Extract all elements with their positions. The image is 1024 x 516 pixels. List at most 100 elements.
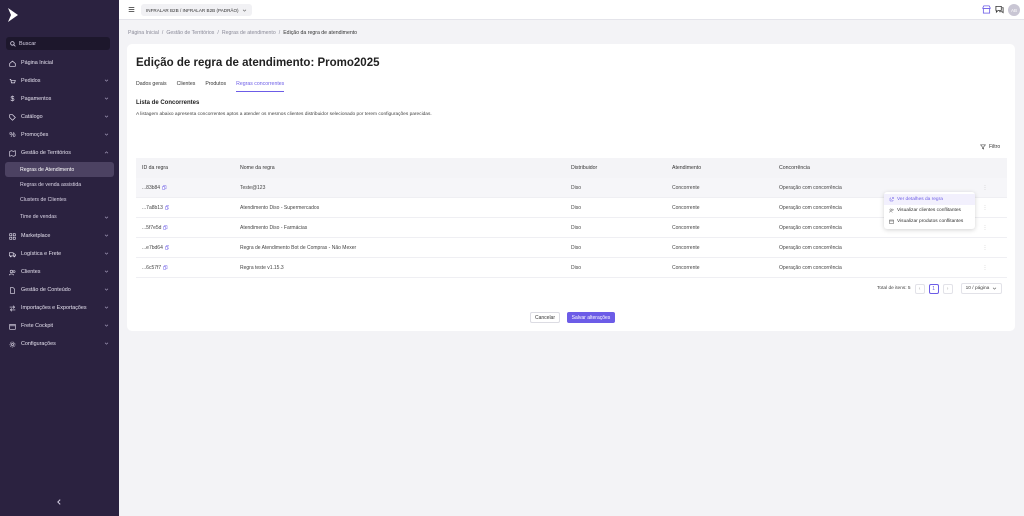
breadcrumb-separator: / xyxy=(278,30,281,36)
rule-service: Concorrente xyxy=(672,224,700,231)
pagination: Total de itens: 5 ‹ 1 › 10 / página xyxy=(877,283,1003,294)
sidebar-item-promotions[interactable]: % Promoções xyxy=(0,126,119,144)
sidebar-item-label: Página Inicial xyxy=(21,60,54,66)
page-title: Edição de regra de atendimento: Promo202… xyxy=(136,57,380,69)
sidebar-item-label: Logística e Frete xyxy=(21,251,62,257)
rule-id: ...5f7e5d xyxy=(142,224,162,231)
sidebar-nav: Página Inicial Pedidos $ Pagamentos Catá… xyxy=(0,54,119,353)
copy-icon[interactable] xyxy=(165,245,170,250)
breadcrumb-item[interactable]: Página Inicial xyxy=(128,30,159,36)
rule-name: Teste@123 xyxy=(240,184,266,191)
rule-distributor: Diso xyxy=(571,224,582,231)
avatar[interactable]: AB xyxy=(1008,4,1020,16)
page-size-select[interactable]: 10 / página xyxy=(960,283,1003,294)
sidebar-subitem-service-rules[interactable]: Regras de Atendimento xyxy=(5,162,114,177)
rule-service: Concorrente xyxy=(672,204,700,211)
breadcrumb-current: Edição da regra de atendimento xyxy=(283,30,358,36)
grid-icon xyxy=(9,232,16,240)
table-row[interactable]: ...e7bd64 Regra de Atendimento Bot de Co… xyxy=(136,238,1007,258)
rule-id: ...7a8b13 xyxy=(142,204,163,211)
rule-name: Atendimento Diso - Supermercados xyxy=(240,204,320,211)
sidebar-subitem-assisted-sales[interactable]: Regras de venda assistida xyxy=(0,177,119,192)
menu-item-view-conflicting-products[interactable]: Visualizar produtos conflitantes xyxy=(884,216,975,227)
copy-icon[interactable] xyxy=(163,225,168,230)
chat-icon[interactable] xyxy=(995,5,1004,14)
sidebar-item-label: Pedidos xyxy=(21,78,41,84)
tab-competing-rules[interactable]: Regras concorrentes xyxy=(236,81,285,92)
filter-button[interactable]: Filtro xyxy=(980,144,1000,150)
box-icon xyxy=(9,323,16,330)
sidebar-item-territories[interactable]: Gestão de Territórios xyxy=(0,144,119,162)
users-icon xyxy=(889,208,894,213)
sidebar-item-label: Marketplace xyxy=(21,233,51,239)
avatar-initials: AB xyxy=(1010,7,1017,13)
page-number-button[interactable]: 1 xyxy=(928,283,939,294)
users-icon xyxy=(9,269,16,275)
rule-name: Regra teste v1.15.3 xyxy=(240,264,284,271)
menu-item-view-details[interactable]: Ver detalhes da regra xyxy=(884,194,975,205)
sidebar-item-payments[interactable]: $ Pagamentos xyxy=(0,90,119,108)
more-options-icon[interactable]: ⋮ xyxy=(963,185,1007,191)
chevron-down-icon xyxy=(242,9,246,12)
sidebar-item-label: Gestão de Territórios xyxy=(21,150,71,156)
tabs: Dados gerais Clientes Produtos Regras co… xyxy=(136,81,285,92)
table-row[interactable]: ...5f7e5d Atendimento Diso - Farmácias D… xyxy=(136,218,1007,238)
sidebar-subitem-sales-team[interactable]: Time de vendas xyxy=(0,207,119,227)
sidebar-item-orders[interactable]: Pedidos xyxy=(0,72,119,90)
breadcrumb-item[interactable]: Regras de atendimento xyxy=(222,30,276,36)
more-options-icon[interactable]: ⋮ xyxy=(963,245,1007,251)
cart-icon xyxy=(9,78,16,83)
total-items: Total de itens: 5 xyxy=(877,286,911,291)
org-selector[interactable]: INFRALAR B2B / INFRALAR B2B (PADRÃO) xyxy=(141,4,252,16)
tag-icon xyxy=(9,113,16,121)
copy-icon[interactable] xyxy=(163,265,168,270)
sidebar-item-home[interactable]: Página Inicial xyxy=(0,54,119,72)
table-row[interactable]: ...7a8b13 Atendimento Diso - Supermercad… xyxy=(136,198,1007,218)
tab-products[interactable]: Produtos xyxy=(205,81,226,92)
chevron-down-icon xyxy=(104,79,109,82)
table-row[interactable]: ...83b84 Teste@123 Diso Concorrente Oper… xyxy=(136,178,1007,198)
copy-icon[interactable] xyxy=(162,185,167,190)
sidebar-item-label: Clientes xyxy=(21,269,41,275)
sidebar-item-freight-cockpit[interactable]: Frete Cockpit xyxy=(0,317,119,335)
chevron-down-icon xyxy=(104,115,109,118)
sidebar-item-settings[interactable]: Configurações xyxy=(0,335,119,353)
sidebar-item-catalog[interactable]: Catálogo xyxy=(0,108,119,126)
sidebar-item-imports[interactable]: Importações e Exportações xyxy=(0,299,119,317)
column-header: Atendimento xyxy=(672,165,702,171)
table-row[interactable]: ...6c57f7 Regra teste v1.15.3 Diso Conco… xyxy=(136,258,1007,278)
collapse-sidebar-icon[interactable] xyxy=(55,498,63,506)
copy-icon[interactable] xyxy=(165,205,170,210)
sidebar-subitem-clusters[interactable]: Clusters de Clientes xyxy=(0,192,119,207)
breadcrumb: Página Inicial / Gestão de Territórios / R… xyxy=(128,30,357,36)
next-page-button[interactable]: › xyxy=(942,283,953,294)
sidebar-item-clients[interactable]: Clientes xyxy=(0,263,119,281)
store-icon[interactable] xyxy=(982,5,991,14)
cancel-button[interactable]: Cancelar xyxy=(530,312,560,323)
sidebar-item-content[interactable]: Gestão de Conteúdo xyxy=(0,281,119,299)
sidebar-item-label: Catálogo xyxy=(21,114,43,120)
column-header: Distribuidor xyxy=(571,165,598,171)
menu-item-view-conflicting-clients[interactable]: Visualizar clientes conflitantes xyxy=(884,205,975,216)
more-options-icon[interactable]: ⋮ xyxy=(963,265,1007,271)
sidebar-subitem-label: Regras de venda assistida xyxy=(20,181,82,188)
section-description: A listagem abaixo apresenta concorrentes… xyxy=(136,112,432,117)
chevron-down-icon xyxy=(104,234,109,237)
menu-item-label: Visualizar produtos conflitantes xyxy=(897,219,964,224)
tab-clients[interactable]: Clientes xyxy=(177,81,196,92)
section-title: Lista de Concorrentes xyxy=(136,100,200,106)
sidebar-item-marketplace[interactable]: Marketplace xyxy=(0,227,119,245)
chevron-down-icon xyxy=(104,133,109,136)
search-input[interactable]: Buscar xyxy=(6,37,110,50)
breadcrumb-item[interactable]: Gestão de Territórios xyxy=(166,30,214,36)
row-actions-menu: Ver detalhes da regra Visualizar cliente… xyxy=(884,192,975,229)
chevron-down-icon xyxy=(104,270,109,273)
external-link-icon xyxy=(889,197,894,202)
sidebar-item-logistics[interactable]: Logística e Frete xyxy=(0,245,119,263)
prev-page-button[interactable]: ‹ xyxy=(914,283,925,294)
logo-icon[interactable] xyxy=(6,7,20,23)
save-button[interactable]: Salvar alterações xyxy=(567,312,615,323)
tab-general[interactable]: Dados gerais xyxy=(136,81,167,92)
gear-icon xyxy=(9,341,16,347)
menu-icon[interactable] xyxy=(128,6,135,13)
